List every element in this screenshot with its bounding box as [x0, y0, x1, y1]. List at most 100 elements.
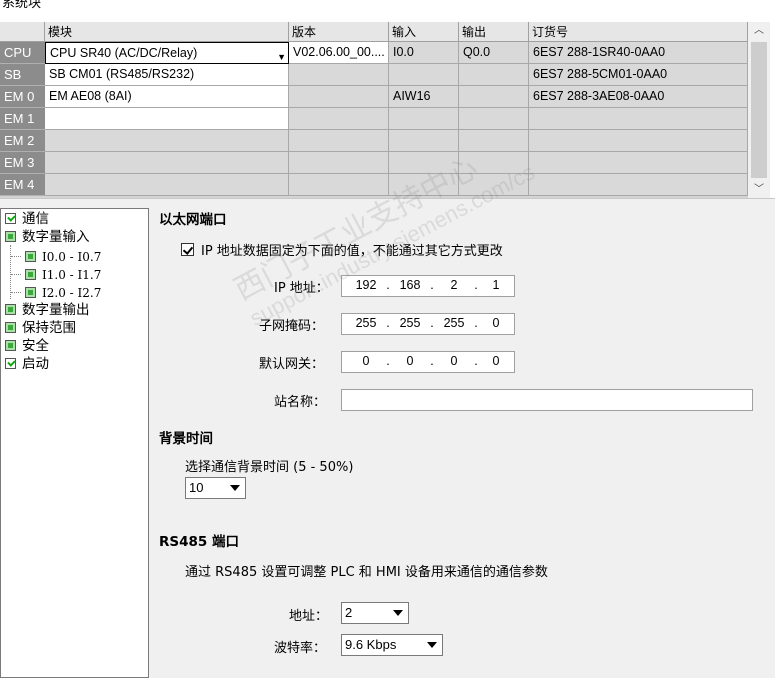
- tree-item-digital-input[interactable]: 数字量输入: [5, 228, 90, 246]
- tree-connector: [11, 292, 21, 293]
- ip-octet[interactable]: 1: [480, 278, 512, 292]
- splitter[interactable]: [0, 198, 775, 208]
- mask-octet[interactable]: 255: [436, 316, 472, 330]
- sb-module[interactable]: SB CM01 (RS485/RS232): [45, 64, 289, 86]
- station-name-label: 站名称：: [274, 395, 327, 410]
- chevron-down-icon[interactable]: [422, 635, 442, 655]
- row-header-sb[interactable]: SB: [0, 64, 45, 86]
- gateway-octet[interactable]: 0: [436, 354, 472, 368]
- baud-rate-select[interactable]: 9.6 Kbps: [341, 634, 443, 656]
- subnet-mask-field[interactable]: 255 . 255 . 255 . 0: [341, 313, 515, 335]
- tree-item-security[interactable]: 安全: [5, 337, 49, 355]
- grid-header-module[interactable]: 模块: [45, 22, 289, 42]
- ip-address-field[interactable]: 192 . 168 . 2 . 1: [341, 275, 515, 297]
- em0-output[interactable]: [459, 86, 529, 108]
- gateway-field[interactable]: 0 . 0 . 0 . 0: [341, 351, 515, 373]
- tree-connector: [10, 245, 11, 299]
- tree-item-startup[interactable]: 启动: [5, 355, 49, 373]
- ip-octet[interactable]: 2: [436, 278, 472, 292]
- row-header-cpu[interactable]: CPU: [0, 42, 45, 64]
- gateway-octet[interactable]: 0: [392, 354, 428, 368]
- em3-version: [289, 152, 389, 174]
- cpu-output[interactable]: Q0.0: [459, 42, 529, 64]
- ethernet-section-title: 以太网端口: [159, 212, 227, 228]
- chevron-down-icon[interactable]: ﹀: [748, 181, 770, 198]
- chevron-up-icon[interactable]: ︿: [748, 22, 770, 39]
- checked-icon: [5, 358, 16, 369]
- sb-input[interactable]: [389, 64, 459, 86]
- row-header-em4[interactable]: EM 4: [0, 174, 45, 196]
- rs485-address-select[interactable]: 2: [341, 602, 409, 624]
- tree-item-label: I2.0 - I2.7: [42, 286, 102, 300]
- em2-input[interactable]: [389, 130, 459, 152]
- chevron-down-icon[interactable]: [388, 603, 408, 623]
- ip-dot: .: [474, 354, 478, 368]
- ip-dot: .: [430, 316, 434, 330]
- grid-header-version[interactable]: 版本: [289, 22, 389, 42]
- tree-item-digital-output[interactable]: 数字量输出: [5, 301, 90, 319]
- checked-icon: [5, 213, 16, 224]
- row-header-em2[interactable]: EM 2: [0, 130, 45, 152]
- grid-header-input[interactable]: 输入: [389, 22, 459, 42]
- rs485-section-title: RS485 端口: [159, 534, 239, 550]
- ip-octet[interactable]: 168: [392, 278, 428, 292]
- station-name-input[interactable]: [341, 389, 753, 411]
- tree-item-i0[interactable]: I0.0 - I0.7: [25, 248, 101, 266]
- grid-header-order[interactable]: 订货号: [529, 22, 748, 42]
- em4-input[interactable]: [389, 174, 459, 196]
- tree-item-i1[interactable]: I1.0 - I1.7: [25, 266, 101, 284]
- gateway-octet[interactable]: 0: [348, 354, 384, 368]
- tree-item-label: 启动: [22, 356, 49, 372]
- ip-dot: .: [474, 316, 478, 330]
- grid-corner: [0, 22, 45, 42]
- subnet-mask-label: 子网掩码：: [259, 319, 325, 334]
- sb-order: 6ES7 288-5CM01-0AA0: [529, 64, 748, 86]
- gateway-label: 默认网关：: [259, 357, 325, 372]
- background-time-title: 背景时间: [159, 431, 213, 447]
- cpu-input[interactable]: I0.0: [389, 42, 459, 64]
- green-square-icon: [25, 287, 36, 298]
- settings-tree: 通信 数字量输入 I0.0 - I0.7 I1.0 - I1.7 I2.0 - …: [0, 208, 149, 678]
- tree-item-label: 安全: [22, 338, 49, 354]
- tree-item-i2[interactable]: I2.0 - I2.7: [25, 284, 101, 302]
- tree-item-label: 数字量输出: [22, 302, 90, 318]
- row-header-em1[interactable]: EM 1: [0, 108, 45, 130]
- em0-order: 6ES7 288-3AE08-0AA0: [529, 86, 748, 108]
- em1-input[interactable]: [389, 108, 459, 130]
- em4-output[interactable]: [459, 174, 529, 196]
- ip-dot: .: [386, 278, 390, 292]
- sb-output[interactable]: [459, 64, 529, 86]
- em3-output[interactable]: [459, 152, 529, 174]
- scrollbar-thumb[interactable]: [751, 42, 767, 178]
- em4-module[interactable]: [45, 174, 289, 196]
- em1-module[interactable]: [45, 108, 289, 130]
- ip-dot: .: [386, 354, 390, 368]
- em2-version: [289, 130, 389, 152]
- em1-output[interactable]: [459, 108, 529, 130]
- em0-module[interactable]: EM AE08 (8AI): [45, 86, 289, 108]
- mask-octet[interactable]: 255: [392, 316, 428, 330]
- grid-scrollbar[interactable]: ︿ ﹀: [748, 22, 770, 198]
- tree-item-label: 通信: [22, 211, 49, 227]
- em2-output[interactable]: [459, 130, 529, 152]
- tree-item-communication[interactable]: 通信: [5, 210, 49, 228]
- background-time-select[interactable]: 10: [185, 477, 246, 499]
- ip-octet[interactable]: 192: [348, 278, 384, 292]
- em3-input[interactable]: [389, 152, 459, 174]
- mask-octet[interactable]: 255: [348, 316, 384, 330]
- em0-input[interactable]: AIW16: [389, 86, 459, 108]
- gateway-octet[interactable]: 0: [480, 354, 512, 368]
- grid-header-output[interactable]: 输出: [459, 22, 529, 42]
- mask-octet[interactable]: 0: [480, 316, 512, 330]
- row-header-em3[interactable]: EM 3: [0, 152, 45, 174]
- fixed-ip-checkbox[interactable]: [181, 243, 194, 256]
- chevron-down-icon[interactable]: ▼: [277, 47, 286, 63]
- tree-item-retentive-range[interactable]: 保持范围: [5, 319, 76, 337]
- row-header-em0[interactable]: EM 0: [0, 86, 45, 108]
- em2-module[interactable]: [45, 130, 289, 152]
- chevron-down-icon[interactable]: [225, 478, 245, 498]
- tree-item-label: I1.0 - I1.7: [42, 268, 102, 282]
- em4-order: [529, 174, 748, 196]
- em3-module[interactable]: [45, 152, 289, 174]
- cpu-module-select[interactable]: CPU SR40 (AC/DC/Relay) ▼: [45, 42, 289, 64]
